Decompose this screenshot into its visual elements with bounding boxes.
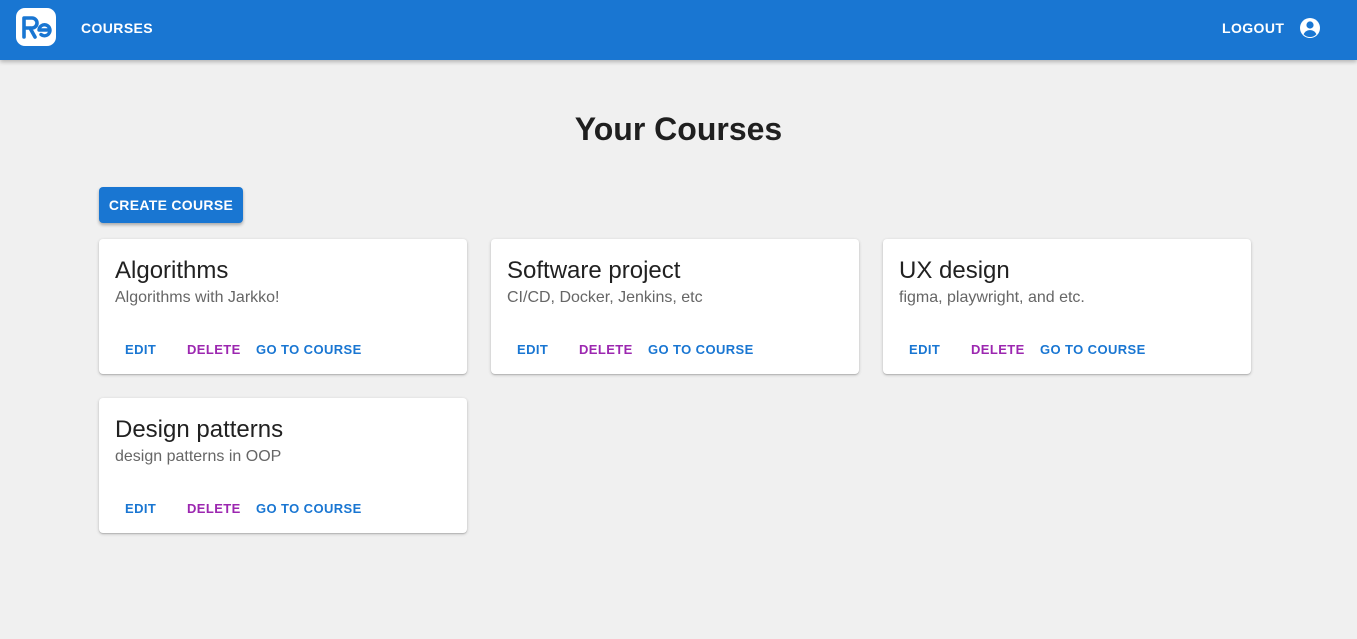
logout-button[interactable]: LOGOUT: [1214, 14, 1292, 42]
edit-course-button[interactable]: EDIT: [125, 498, 156, 520]
go-to-course-button[interactable]: GO TO COURSE: [256, 339, 362, 361]
app-logo[interactable]: [16, 8, 56, 46]
page-title: Your Courses: [574, 111, 783, 147]
course-description: Algorithms with Jarkko!: [115, 289, 280, 306]
course-card: Design patterns design patterns in OOP E…: [99, 398, 467, 533]
course-card: UX design figma, playwright, and etc. ED…: [883, 239, 1251, 374]
go-to-course-button[interactable]: GO TO COURSE: [648, 339, 754, 361]
course-card: Algorithms Algorithms with Jarkko! EDIT …: [99, 239, 467, 374]
delete-course-button[interactable]: DELETE: [971, 339, 1025, 361]
course-title: Algorithms: [115, 257, 229, 284]
delete-course-button[interactable]: DELETE: [187, 498, 241, 520]
delete-course-button[interactable]: DELETE: [187, 339, 241, 361]
course-description: design patterns in OOP: [115, 448, 282, 465]
re-logo-icon: [22, 16, 52, 39]
go-to-course-button[interactable]: GO TO COURSE: [1040, 339, 1146, 361]
account-circle-icon: [1300, 18, 1320, 38]
app-bar: COURSES LOGOUT: [0, 0, 1357, 60]
course-title: Design patterns: [115, 416, 284, 443]
course-title: Software project: [507, 257, 681, 284]
account-button[interactable]: [1296, 14, 1324, 42]
course-description: figma, playwright, and etc.: [899, 289, 1085, 306]
course-title: UX design: [899, 257, 1010, 284]
course-card: Software project CI/CD, Docker, Jenkins,…: [491, 239, 859, 374]
delete-course-button[interactable]: DELETE: [579, 339, 633, 361]
create-course-button[interactable]: CREATE COURSE: [99, 187, 243, 223]
course-description: CI/CD, Docker, Jenkins, etc: [507, 289, 703, 306]
edit-course-button[interactable]: EDIT: [517, 339, 548, 361]
edit-course-button[interactable]: EDIT: [125, 339, 156, 361]
nav-courses-link[interactable]: COURSES: [73, 14, 161, 42]
go-to-course-button[interactable]: GO TO COURSE: [256, 498, 362, 520]
edit-course-button[interactable]: EDIT: [909, 339, 940, 361]
